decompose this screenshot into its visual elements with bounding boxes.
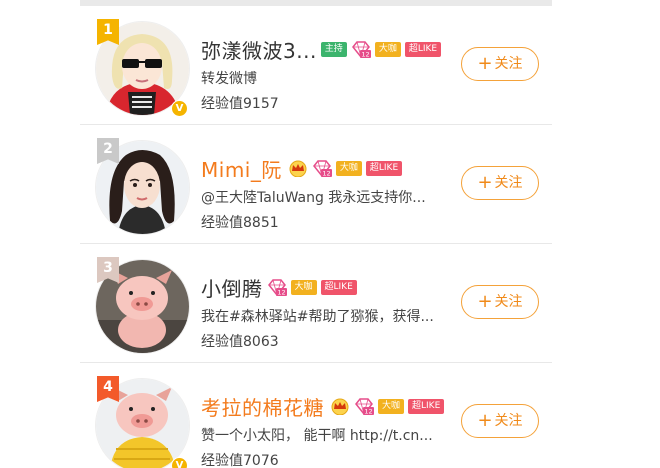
latest-post: 赞一个小太阳， 能干啊 http://t.cn... <box>201 428 433 444</box>
username[interactable]: 小倒腾 <box>201 273 263 302</box>
row-divider <box>80 362 552 363</box>
name-line: 考拉的棉花糖 12 大咖 超LIKE <box>201 392 445 421</box>
diamond-level-icon: 12 <box>351 41 371 59</box>
follow-button[interactable]: + 关注 <box>461 404 539 438</box>
gem-level: 12 <box>322 170 330 178</box>
follow-button-label: 关注 <box>494 56 523 72</box>
row-divider <box>80 124 552 125</box>
gem-level: 12 <box>361 51 369 59</box>
crown-icon <box>289 160 307 177</box>
username[interactable]: Mimi_阮 <box>201 154 282 183</box>
big-shot-badge: 大咖 <box>335 160 362 176</box>
list-item[interactable]: 2 Mimi_阮 12 大咖 超LIKE @王大陸TaluWang 我永远支持你… <box>80 126 552 244</box>
big-shot-badge: 大咖 <box>378 398 405 414</box>
list-item[interactable]: 1 V 弥漾微波3... 主持 12 大咖 超LIKE 转发微博 经验值9157… <box>80 7 552 125</box>
verified-icon: V <box>171 100 188 117</box>
plus-icon: + <box>477 53 493 74</box>
list-item[interactable]: 4 V 考拉的棉花糖 12 大咖 超LIKE 赞一个小太阳， 能干啊 http:… <box>80 364 552 468</box>
follow-button[interactable]: + 关注 <box>461 285 539 319</box>
super-like-badge: 超LIKE <box>320 279 357 295</box>
username[interactable]: 考拉的棉花糖 <box>201 392 324 421</box>
diamond-level-icon: 12 <box>312 160 332 178</box>
super-like-badge: 超LIKE <box>404 41 442 57</box>
follow-button-label: 关注 <box>494 294 523 310</box>
verified-icon: V <box>171 457 188 468</box>
name-line: 小倒腾 12 大咖 超LIKE <box>201 273 357 302</box>
follow-button[interactable]: + 关注 <box>461 166 539 200</box>
latest-post: @王大陸TaluWang 我永远支持你... <box>201 190 426 206</box>
experience-value: 经验值8063 <box>201 334 279 350</box>
follow-button-label: 关注 <box>494 175 523 191</box>
name-line: Mimi_阮 12 大咖 超LIKE <box>201 154 403 183</box>
plus-icon: + <box>477 410 493 431</box>
super-like-badge: 超LIKE <box>408 398 445 414</box>
latest-post: 我在#森林驿站#帮助了猕猴，获得... <box>201 309 434 325</box>
fan-ranking-list: 1 V 弥漾微波3... 主持 12 大咖 超LIKE 转发微博 经验值9157… <box>80 0 552 468</box>
username[interactable]: 弥漾微波3... <box>201 35 317 64</box>
experience-value: 经验值8851 <box>201 215 279 231</box>
big-shot-badge: 大咖 <box>290 279 317 295</box>
name-line: 弥漾微波3... 主持 12 大咖 超LIKE <box>201 35 442 64</box>
row-divider <box>80 243 552 244</box>
crown-icon <box>331 398 349 415</box>
plus-icon: + <box>477 291 493 312</box>
big-shot-badge: 大咖 <box>374 41 401 57</box>
diamond-level-icon: 12 <box>267 279 287 297</box>
super-like-badge: 超LIKE <box>365 160 403 176</box>
diamond-level-icon: 12 <box>355 398 374 416</box>
host-badge: 主持 <box>320 41 347 57</box>
follow-button-label: 关注 <box>494 413 523 429</box>
top-divider <box>80 0 552 6</box>
list-item[interactable]: 3 小倒腾 12 大咖 超LIKE 我在#森林驿站#帮助了猕猴，获得... 经验… <box>80 245 552 363</box>
experience-value: 经验值7076 <box>201 453 279 468</box>
plus-icon: + <box>477 172 493 193</box>
experience-value: 经验值9157 <box>201 96 279 112</box>
gem-level: 12 <box>277 289 285 297</box>
follow-button[interactable]: + 关注 <box>461 47 539 81</box>
latest-post: 转发微博 <box>201 71 257 87</box>
gem-level: 12 <box>364 408 372 416</box>
